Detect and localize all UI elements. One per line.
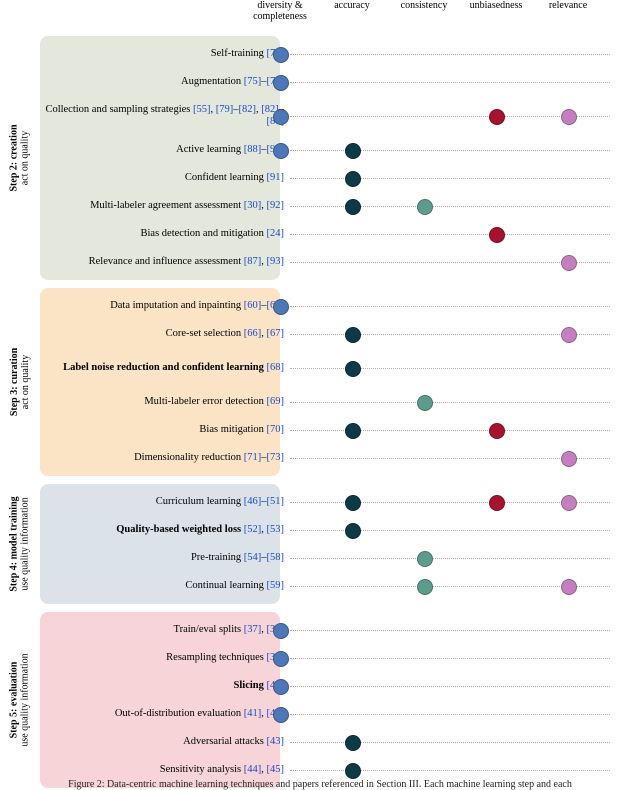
technique-row: Adversarial attacks [43] xyxy=(34,728,632,756)
row-dots xyxy=(34,192,632,220)
row-dots xyxy=(34,516,632,544)
row-dots xyxy=(34,728,632,756)
row-dots xyxy=(34,164,632,192)
dot-rel xyxy=(561,451,577,467)
dot-con xyxy=(417,579,433,595)
dot-con xyxy=(417,395,433,411)
technique-row: Curriculum learning [46]–[51] xyxy=(34,488,632,516)
technique-row: Continual learning [59] xyxy=(34,572,632,600)
dot-rel xyxy=(561,495,577,511)
techniques-dot-chart: diversity &completeness accuracy consist… xyxy=(0,0,640,790)
dot-div xyxy=(273,651,289,667)
row-dots xyxy=(34,68,632,96)
row-dots xyxy=(34,616,632,644)
technique-row: Active learning [88]–[90] xyxy=(34,136,632,164)
column-headers: diversity &completeness accuracy consist… xyxy=(280,0,640,32)
group-grp2: Step 2: creationact on qualitySelf-train… xyxy=(34,36,632,280)
dot-acc xyxy=(345,171,361,187)
group-label: Step 5: evaluationuse quality informatio… xyxy=(6,612,34,788)
col-header-consistency: consistency xyxy=(388,0,460,11)
technique-row: Multi-labeler error detection [69] xyxy=(34,388,632,416)
technique-row: Bias mitigation [70] xyxy=(34,416,632,444)
technique-row: Confident learning [91] xyxy=(34,164,632,192)
dot-rel xyxy=(561,327,577,343)
technique-row: Core-set selection [66], [67] xyxy=(34,320,632,348)
col-header-accuracy: accuracy xyxy=(316,0,388,11)
technique-row: Train/eval splits [37], [38] xyxy=(34,616,632,644)
row-dots xyxy=(34,136,632,164)
dot-rel xyxy=(561,579,577,595)
row-dots xyxy=(34,248,632,276)
dot-div xyxy=(273,623,289,639)
technique-row: Data imputation and inpainting [60]–[65] xyxy=(34,292,632,320)
dot-unb xyxy=(489,423,505,439)
row-dots xyxy=(34,544,632,572)
dot-acc xyxy=(345,327,361,343)
technique-row: Bias detection and mitigation [24] xyxy=(34,220,632,248)
group-grp4: Step 4: model traininguse quality inform… xyxy=(34,484,632,604)
dot-div xyxy=(273,707,289,723)
technique-row: Pre-training [54]–[58] xyxy=(34,544,632,572)
technique-row: Dimensionality reduction [71]–[73] xyxy=(34,444,632,472)
row-dots xyxy=(34,96,632,136)
technique-row: Augmentation [75]–[78] xyxy=(34,68,632,96)
technique-row: Quality-based weighted loss [52], [53] xyxy=(34,516,632,544)
dot-div xyxy=(273,47,289,63)
group-label: Step 4: model traininguse quality inform… xyxy=(6,484,34,604)
row-dots xyxy=(34,444,632,472)
dot-acc xyxy=(345,523,361,539)
dot-rel xyxy=(561,255,577,271)
plot-area: Step 2: creationact on qualitySelf-train… xyxy=(0,32,640,772)
dot-unb xyxy=(489,109,505,125)
row-dots xyxy=(34,40,632,68)
dot-acc xyxy=(345,143,361,159)
dot-acc xyxy=(345,763,361,779)
dot-acc xyxy=(345,735,361,751)
dot-rel xyxy=(561,109,577,125)
technique-row: Label noise reduction and confident lear… xyxy=(34,348,632,388)
technique-row: Multi-labeler agreement assessment [30],… xyxy=(34,192,632,220)
col-header-unbiasedness: unbiasedness xyxy=(460,0,532,11)
row-dots xyxy=(34,756,632,784)
technique-row: Collection and sampling strategies [55],… xyxy=(34,96,632,136)
technique-row: Out-of-distribution evaluation [41], [42… xyxy=(34,700,632,728)
row-dots xyxy=(34,416,632,444)
group-label: Step 2: creationact on quality xyxy=(6,36,34,280)
row-dots xyxy=(34,572,632,600)
group-grp3: Step 3: curationact on qualityData imput… xyxy=(34,288,632,476)
technique-row: Resampling techniques [39] xyxy=(34,644,632,672)
dot-div xyxy=(273,299,289,315)
row-dots xyxy=(34,348,632,388)
row-dots xyxy=(34,388,632,416)
group-label: Step 3: curationact on quality xyxy=(6,288,34,476)
group-grp5: Step 5: evaluationuse quality informatio… xyxy=(34,612,632,788)
dot-div xyxy=(273,679,289,695)
row-dots xyxy=(34,220,632,248)
row-dots xyxy=(34,700,632,728)
dot-acc xyxy=(345,199,361,215)
dot-acc xyxy=(345,361,361,377)
row-dots xyxy=(34,320,632,348)
technique-row: Self-training [74] xyxy=(34,40,632,68)
row-dots xyxy=(34,292,632,320)
dot-div xyxy=(273,143,289,159)
dot-div xyxy=(273,75,289,91)
dot-unb xyxy=(489,227,505,243)
dot-unb xyxy=(489,495,505,511)
col-header-diversity: diversity &completeness xyxy=(244,0,316,22)
row-dots xyxy=(34,644,632,672)
technique-row: Slicing [40] xyxy=(34,672,632,700)
technique-row: Sensitivity analysis [44], [45] xyxy=(34,756,632,784)
dot-acc xyxy=(345,495,361,511)
dot-con xyxy=(417,199,433,215)
technique-row: Relevance and influence assessment [87],… xyxy=(34,248,632,276)
row-dots xyxy=(34,672,632,700)
dot-acc xyxy=(345,423,361,439)
row-dots xyxy=(34,488,632,516)
dot-div xyxy=(273,109,289,125)
col-header-relevance: relevance xyxy=(532,0,604,11)
dot-con xyxy=(417,551,433,567)
